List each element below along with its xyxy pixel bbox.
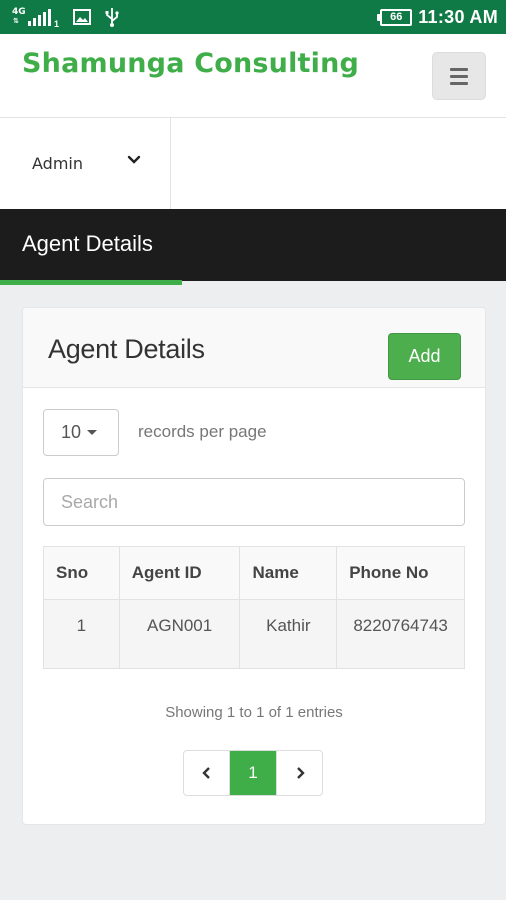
records-per-page-value: 10	[61, 422, 82, 442]
search-input[interactable]	[43, 478, 465, 526]
sim-slot: 1	[54, 19, 60, 29]
admin-dropdown[interactable]: Admin	[0, 118, 171, 209]
chevron-left-icon	[201, 767, 210, 779]
page-title-bar: Agent Details	[0, 209, 506, 285]
column-header-agent-id[interactable]: Agent ID	[118, 546, 241, 600]
network-type: 4G ⇅	[12, 6, 26, 28]
status-right: 66 11:30 AM	[377, 6, 498, 28]
table-row[interactable]: 1 AGN001 Kathir 8220764743	[43, 599, 465, 669]
chevron-right-icon	[296, 767, 305, 779]
signal-icon	[28, 8, 51, 26]
app-header: Shamunga Consulting	[0, 34, 506, 118]
agent-details-card: Agent Details Add 10 records per page Sn…	[22, 307, 486, 825]
image-icon	[73, 9, 92, 25]
card-title: Agent Details	[48, 334, 205, 364]
caret-down-icon	[87, 430, 98, 435]
hamburger-icon[interactable]	[432, 52, 486, 100]
table-info: Showing 1 to 1 of 1 entries	[165, 704, 343, 721]
status-left: 4G ⇅ 1	[12, 5, 119, 29]
previous-page-button[interactable]	[184, 751, 230, 795]
usb-icon	[105, 7, 119, 27]
agents-table: Sno Agent ID Name Phone No 1 AGN001 Kath…	[43, 546, 465, 669]
data-arrows-icon: ⇅	[13, 17, 19, 25]
column-header-name[interactable]: Name	[239, 546, 338, 600]
card-header: Agent Details Add	[23, 308, 485, 388]
brand-title[interactable]: Shamunga Consulting	[22, 48, 359, 79]
battery-icon: 66	[377, 8, 413, 26]
network-label: 4G	[12, 7, 26, 17]
admin-label: Admin	[32, 154, 83, 173]
add-button[interactable]: Add	[388, 333, 461, 380]
records-per-page-label: records per page	[138, 422, 267, 441]
records-per-page-select[interactable]: 10	[43, 409, 119, 456]
column-header-sno[interactable]: Sno	[43, 546, 120, 600]
cell-agent-id: AGN001	[118, 599, 241, 669]
page-title: Agent Details	[22, 231, 153, 256]
next-page-button[interactable]	[276, 751, 322, 795]
cell-sno: 1	[43, 599, 120, 669]
chevron-down-icon	[126, 152, 142, 173]
pagination: 1	[183, 750, 323, 796]
user-nav: Admin	[0, 118, 506, 209]
cell-name: Kathir	[239, 599, 338, 669]
battery-level: 66	[390, 11, 403, 23]
table-header-row: Sno Agent ID Name Phone No	[43, 546, 465, 600]
active-tab-indicator	[0, 280, 182, 285]
column-header-phone[interactable]: Phone No	[336, 546, 465, 600]
clock: 11:30 AM	[418, 6, 498, 27]
status-bar: 4G ⇅ 1 66 11:30 AM	[0, 0, 506, 34]
cell-phone: 8220764743	[336, 599, 465, 669]
page-button-current[interactable]: 1	[230, 751, 276, 795]
